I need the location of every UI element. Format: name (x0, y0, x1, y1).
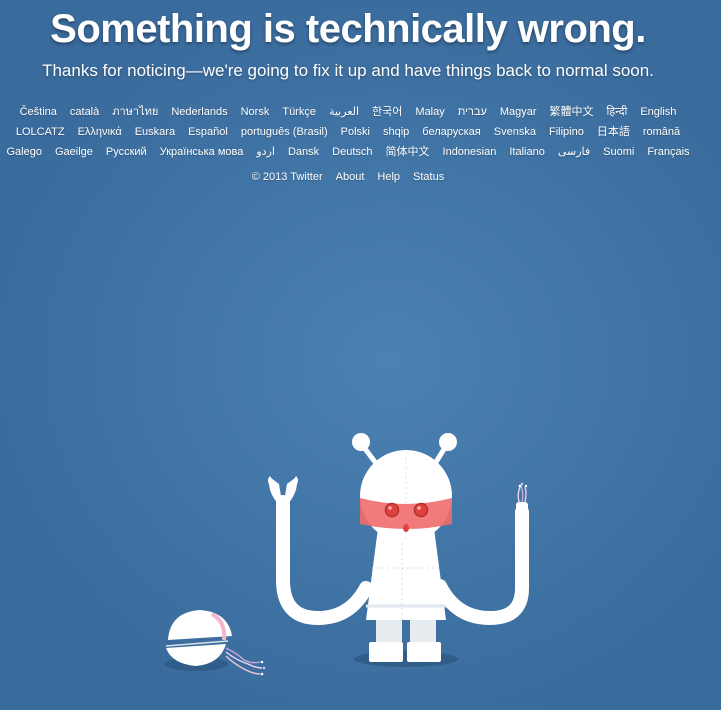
left-claw-icon (268, 476, 298, 510)
robot-mouth (403, 524, 409, 532)
right-foot (407, 642, 441, 662)
broken-robot-illustration (164, 433, 529, 676)
left-foot (369, 642, 403, 662)
error-page: Something is technically wrong. Thanks f… (0, 0, 721, 710)
left-antenna (352, 433, 370, 451)
left-arm (276, 495, 373, 626)
right-arm (433, 505, 529, 626)
right-eye (413, 502, 429, 518)
loose-wires-icon (516, 482, 528, 514)
left-eye (384, 502, 400, 518)
right-antenna (439, 433, 457, 451)
